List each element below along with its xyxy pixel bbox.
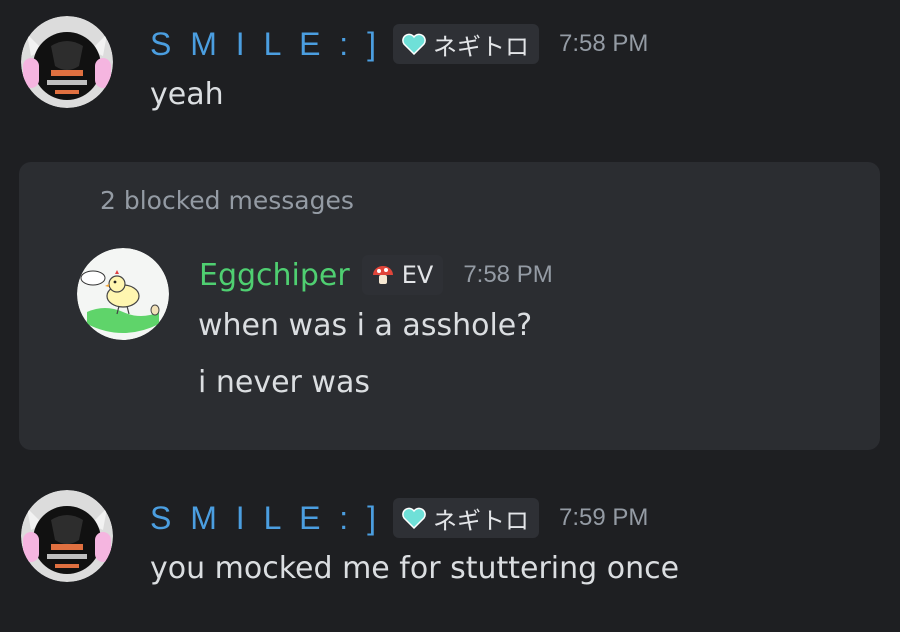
username[interactable]: S M I L E : ]: [150, 500, 381, 537]
message-text: you mocked me for stuttering once: [150, 551, 680, 586]
role-tag[interactable]: ネギトロ: [392, 498, 539, 538]
chat-message: S M I L E : ] ネギトロ 7:59 PM you mocked me…: [0, 474, 900, 624]
message-text: yeah: [150, 77, 224, 112]
blocked-messages-toggle[interactable]: 2 blocked messages: [100, 186, 354, 215]
timestamp[interactable]: 7:58 PM: [559, 30, 648, 58]
chat-message: S M I L E : ] ネギトロ 7:58 PM yeah: [0, 0, 900, 150]
teal-heart-icon: [402, 33, 426, 55]
chat-view: S M I L E : ] ネギトロ 7:58 PM yeah 2 blocke…: [0, 0, 900, 632]
blocked-messages-group: 2 blocked messages Eggchiper EV 7:58 PM …: [19, 162, 880, 450]
username[interactable]: S M I L E : ]: [150, 26, 381, 63]
mushroom-icon: [372, 266, 393, 284]
cat-headphones-avatar-icon: [21, 490, 113, 582]
teal-heart-icon: [402, 507, 426, 529]
role-tag-label: EV: [401, 261, 434, 289]
timestamp[interactable]: 7:59 PM: [559, 504, 648, 532]
message-text: when was i a asshole?: [198, 308, 533, 343]
role-tag-label: ネギトロ: [432, 506, 529, 535]
role-tag[interactable]: EV: [361, 255, 444, 295]
role-tag[interactable]: ネギトロ: [392, 24, 539, 64]
user-avatar[interactable]: [21, 490, 113, 582]
username[interactable]: Eggchiper: [199, 258, 350, 293]
timestamp[interactable]: 7:58 PM: [463, 261, 552, 289]
cat-headphones-avatar-icon: [21, 16, 113, 108]
message-text: i never was: [198, 365, 370, 400]
role-tag-label: ネギトロ: [432, 32, 529, 61]
chicken-avatar-icon: [77, 248, 169, 340]
user-avatar[interactable]: [21, 16, 113, 108]
user-avatar[interactable]: [77, 248, 169, 340]
